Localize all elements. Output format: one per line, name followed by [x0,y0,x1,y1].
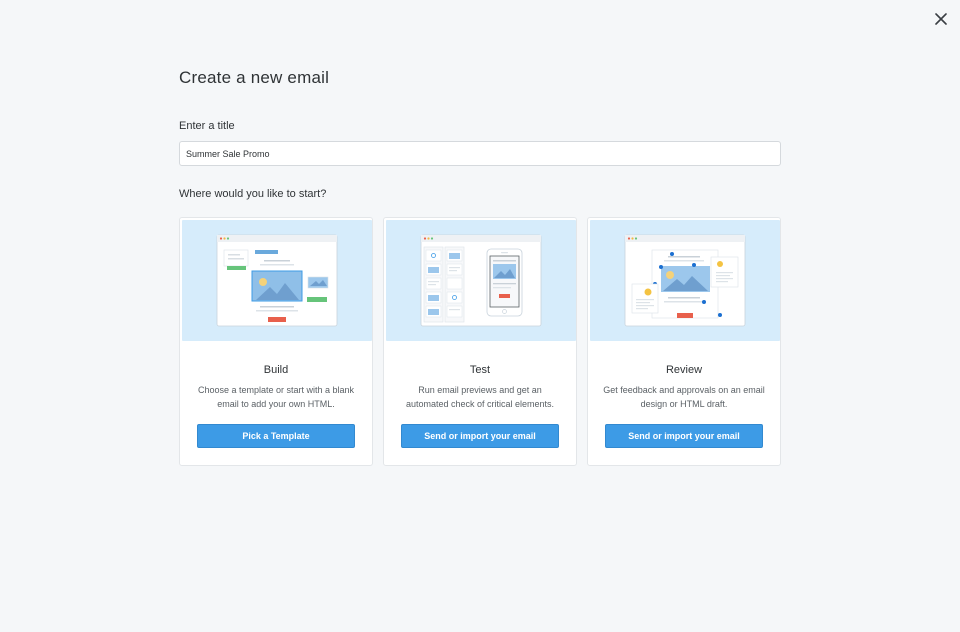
test-card[interactable]: Test Run email previews and get an autom… [383,217,577,466]
build-card-description: Choose a template or start with a blank … [197,385,355,409]
title-field[interactable] [179,141,781,166]
review-illustration [590,220,780,341]
start-question: Where would you like to start? [179,188,327,200]
test-card-title: Test [469,364,491,376]
review-card[interactable]: Review Get feedback and approvals on an … [587,217,781,466]
review-send-import-button[interactable]: Send or import your email [605,424,763,448]
review-card-title: Review [665,364,703,376]
build-illustration [182,220,372,341]
test-illustration [386,220,576,341]
build-card[interactable]: Build Choose a template or start with a … [179,217,373,466]
page-title: Create a new email [179,68,330,87]
review-card-description: Get feedback and approvals on an email d… [603,385,765,409]
test-send-import-button[interactable]: Send or import your email [401,424,559,448]
title-input[interactable] [186,148,774,159]
start-options: Build Choose a template or start with a … [179,217,781,466]
test-card-description: Run email previews and get an automated … [405,385,555,409]
close-icon [935,13,947,25]
build-card-title: Build [263,364,289,376]
pick-template-button[interactable]: Pick a Template [197,424,355,448]
close-button[interactable] [928,6,954,32]
title-field-label: Enter a title [179,120,235,132]
